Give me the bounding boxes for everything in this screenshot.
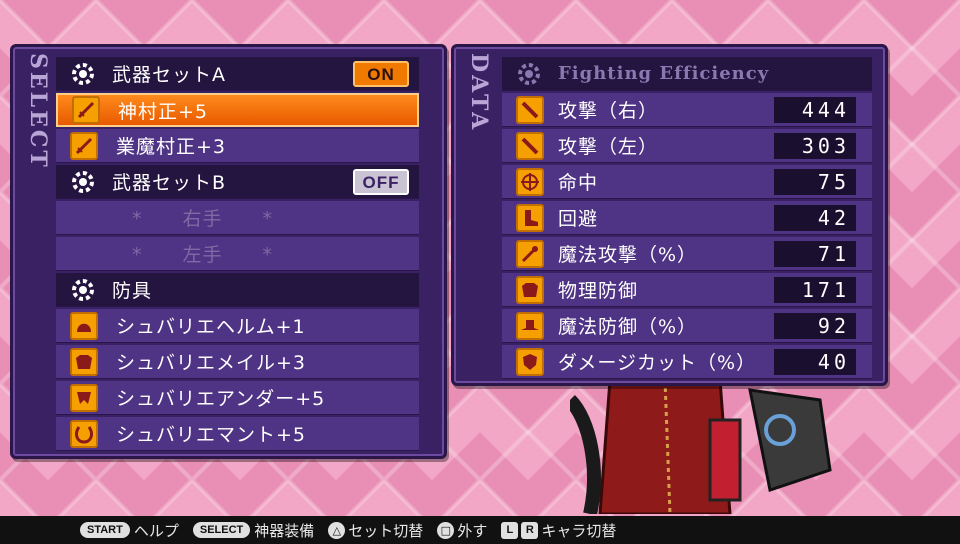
- stat-value: 303: [774, 132, 856, 159]
- stat-value: 42: [774, 204, 856, 231]
- right-hand-label: * 右手 *: [131, 208, 273, 230]
- triangle-button-icon: △: [328, 521, 346, 539]
- square-button-icon: □: [437, 521, 455, 539]
- katana-icon: [70, 131, 98, 160]
- stat-value: 444: [774, 96, 856, 123]
- boot-icon: [516, 203, 544, 232]
- set-switch-hint[interactable]: △ セット切替: [328, 520, 423, 541]
- armor-label: 防具: [112, 280, 153, 302]
- stat-value: 40: [774, 348, 856, 375]
- stat-row: 魔法防御（%） 92: [502, 309, 872, 343]
- stat-label: 攻撃（左）: [558, 136, 659, 158]
- stat-label: 物理防御: [558, 280, 639, 302]
- stat-row: 攻撃（左） 303: [502, 129, 872, 163]
- stat-row: 魔法攻撃（%） 71: [502, 237, 872, 271]
- select-panel: SELECT 武器セットA ON 神村正+5 業魔村正+3 武器セットB OFF…: [10, 44, 447, 459]
- armor-header: 防具: [56, 273, 419, 307]
- armor-item-mail[interactable]: シュバリエメイル+3: [56, 345, 419, 379]
- stat-label: 攻撃（右）: [558, 100, 659, 122]
- gear-icon: [514, 59, 544, 89]
- body-armor-icon: [70, 347, 98, 376]
- body-armor-icon: [516, 275, 544, 304]
- armor-mail-label: シュバリエメイル+3: [116, 352, 307, 374]
- remove-hint[interactable]: □ 外す: [437, 520, 487, 541]
- select-button-icon: SELECT: [192, 522, 251, 538]
- stat-value: 71: [774, 240, 856, 267]
- weapon-item-2[interactable]: 業魔村正+3: [56, 129, 419, 163]
- armor-item-helm[interactable]: シュバリエヘルム+1: [56, 309, 419, 343]
- stat-row: 回避 42: [502, 201, 872, 235]
- character-figure: [570, 380, 832, 514]
- button-hint-bar: START ヘルプ SELECT 神器装備 △ セット切替 □ 外す L R キ…: [0, 516, 960, 544]
- armor-item-mantle[interactable]: シュバリエマント+5: [56, 417, 419, 451]
- weapon-set-b-toggle[interactable]: OFF: [353, 168, 409, 195]
- weapon-set-a-label: 武器セットA: [112, 64, 226, 86]
- stat-row: 物理防御 171: [502, 273, 872, 307]
- sword-icon: [516, 131, 544, 160]
- data-side-label: DATA: [466, 53, 492, 133]
- katana-icon: [72, 96, 100, 124]
- l-button-icon: L: [501, 521, 519, 539]
- armor-helm-label: シュバリエヘルム+1: [116, 316, 306, 338]
- stat-label: 魔法攻撃（%）: [558, 244, 698, 266]
- stat-label: 魔法防御（%）: [558, 316, 698, 338]
- select-side-label: SELECT: [25, 53, 51, 170]
- gear-icon: [68, 275, 98, 305]
- helmet-icon: [70, 311, 98, 340]
- character-switch-hint-label: キャラ切替: [541, 521, 617, 540]
- data-panel: DATA Fighting Efficiency 攻撃（右） 444 攻撃（左）…: [451, 44, 888, 386]
- weapon-set-b-label: 武器セットB: [112, 172, 227, 194]
- stat-value: 171: [774, 276, 856, 303]
- crosshair-icon: [516, 167, 544, 196]
- fighting-efficiency-header: Fighting Efficiency: [502, 57, 872, 91]
- remove-hint-label: 外す: [457, 521, 488, 540]
- weapon-item-2-label: 業魔村正+3: [116, 136, 227, 158]
- stat-value: 75: [774, 168, 856, 195]
- stat-row: 攻撃（右） 444: [502, 93, 872, 127]
- divine-equip-hint-label: 神器装備: [254, 521, 315, 540]
- weapon-set-a-toggle[interactable]: ON: [353, 60, 409, 87]
- character-switch-hint[interactable]: L R キャラ切替: [501, 520, 616, 541]
- r-button-icon: R: [521, 521, 539, 539]
- empty-right-hand-slot[interactable]: * 右手 *: [56, 201, 419, 235]
- weapon-set-b-header[interactable]: 武器セットB OFF: [56, 165, 419, 199]
- wand-icon: [516, 239, 544, 268]
- stat-label: ダメージカット（%）: [558, 352, 757, 374]
- stat-row: ダメージカット（%） 40: [502, 345, 872, 379]
- armor-mantle-label: シュバリエマント+5: [116, 424, 307, 446]
- cape-icon: [70, 419, 98, 448]
- stat-value: 92: [774, 312, 856, 339]
- start-button-icon: START: [80, 522, 130, 538]
- help-hint[interactable]: START ヘルプ: [80, 520, 179, 541]
- gear-icon: [68, 167, 98, 197]
- sword-icon: [516, 95, 544, 124]
- weapon-item-1-label: 神村正+5: [118, 100, 209, 123]
- stat-label: 回避: [558, 208, 599, 230]
- hat-icon: [516, 311, 544, 340]
- armor-item-under[interactable]: シュバリエアンダー+5: [56, 381, 419, 415]
- stat-label: 命中: [558, 172, 599, 194]
- weapon-item-1[interactable]: 神村正+5: [56, 93, 419, 127]
- underwear-icon: [70, 383, 98, 412]
- fighting-efficiency-title: Fighting Efficiency: [558, 63, 770, 84]
- armor-under-label: シュバリエアンダー+5: [116, 388, 326, 410]
- divine-equip-hint[interactable]: SELECT 神器装備: [192, 520, 315, 541]
- shield-icon: [516, 347, 544, 376]
- help-hint-label: ヘルプ: [133, 521, 179, 540]
- gear-icon: [68, 59, 98, 89]
- weapon-set-a-header[interactable]: 武器セットA ON: [56, 57, 419, 91]
- stat-row: 命中 75: [502, 165, 872, 199]
- empty-left-hand-slot[interactable]: * 左手 *: [56, 237, 419, 271]
- left-hand-label: * 左手 *: [131, 244, 273, 266]
- set-switch-hint-label: セット切替: [348, 521, 424, 540]
